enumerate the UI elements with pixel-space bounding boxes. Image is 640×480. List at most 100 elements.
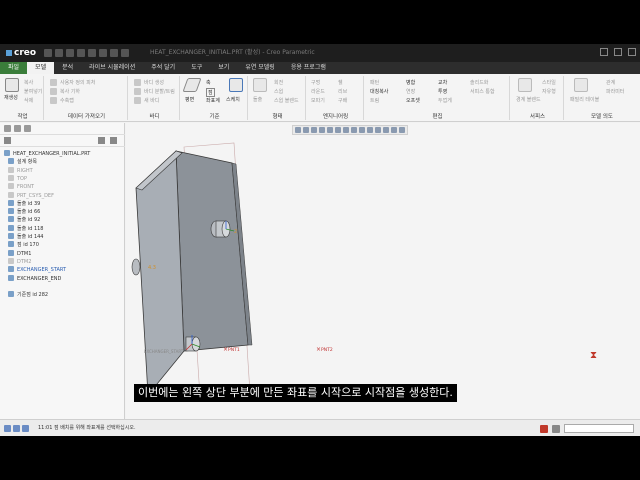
copy-button[interactable]: 복사 bbox=[24, 79, 33, 86]
plane-button[interactable]: 평면 bbox=[185, 96, 194, 103]
user-defined-feature-button[interactable]: 사용자 정의 피처 bbox=[60, 79, 95, 86]
tab-model[interactable]: 모델 bbox=[27, 62, 55, 74]
close-window-icon[interactable] bbox=[121, 49, 129, 57]
extrude-button[interactable]: 돌출 bbox=[253, 96, 262, 103]
folder-browser-tab-icon[interactable] bbox=[14, 125, 21, 132]
tree-item-label: TOP bbox=[17, 175, 28, 182]
swept-blend-button[interactable]: 스윕 블렌드 bbox=[274, 97, 299, 104]
tab-annotate[interactable]: 주석 달기 bbox=[143, 62, 183, 74]
style-button[interactable]: 스타일 bbox=[542, 79, 556, 86]
regenerate-button[interactable]: 재생성 bbox=[4, 94, 18, 101]
new-body-button[interactable]: 새 바디 bbox=[144, 97, 159, 104]
maximize-icon[interactable] bbox=[614, 48, 622, 56]
tree-item[interactable]: 돌출 id 144 bbox=[8, 233, 44, 241]
feature-icon bbox=[8, 290, 14, 297]
csys-button[interactable]: 좌표계 bbox=[206, 97, 220, 104]
mirror-button[interactable]: 대칭복사 bbox=[370, 88, 388, 95]
tree-filter-icon[interactable] bbox=[98, 137, 105, 144]
tab-file[interactable]: 파일 bbox=[0, 62, 28, 74]
draft-button[interactable]: 구배 bbox=[338, 97, 347, 104]
tab-tools[interactable]: 도구 bbox=[183, 62, 210, 74]
point-button[interactable]: 점 bbox=[206, 88, 215, 97]
dimension-top[interactable]: 2 bbox=[234, 229, 237, 235]
split-trim-body-button[interactable]: 바디 분할/트림 bbox=[144, 88, 175, 95]
tab-applications[interactable]: 응용 프로그램 bbox=[283, 62, 334, 74]
freestyle-button[interactable]: 자유형 bbox=[542, 88, 556, 95]
redo-icon[interactable] bbox=[88, 49, 96, 57]
sketch-icon[interactable] bbox=[229, 78, 243, 92]
copy-geometry-button[interactable]: 복사 기하 bbox=[60, 88, 80, 95]
pattern-button[interactable]: 패턴 bbox=[370, 79, 379, 86]
tree-settings-icon[interactable] bbox=[4, 137, 11, 144]
sketch-button[interactable]: 스케치 bbox=[226, 96, 240, 103]
tab-analysis[interactable]: 분석 bbox=[54, 62, 81, 74]
tree-item[interactable]: 돌출 id 66 bbox=[8, 208, 40, 216]
new-icon[interactable] bbox=[44, 49, 52, 57]
rib-button[interactable]: 리브 bbox=[338, 88, 347, 95]
tree-item[interactable]: DTM2 bbox=[8, 257, 31, 266]
graphics-area[interactable]: × × 4.3 2 EXCHANGER_START PNT1 PNT2 ⧗ 이번… bbox=[126, 123, 640, 419]
tree-item[interactable]: FRONT bbox=[8, 183, 34, 191]
tree-item[interactable]: 돌출 id 39 bbox=[8, 199, 40, 208]
undo-icon[interactable] bbox=[77, 49, 85, 57]
round-button[interactable]: 라운드 bbox=[311, 88, 325, 95]
tab-flexible-modeling[interactable]: 유연 모델링 bbox=[237, 62, 283, 74]
close-icon[interactable] bbox=[628, 48, 636, 56]
relations-button[interactable]: 관계 bbox=[606, 79, 615, 86]
shell-button[interactable]: 쉘 bbox=[338, 79, 343, 86]
sweep-button[interactable]: 스윕 bbox=[274, 88, 283, 95]
unify-surface-button[interactable]: 서피스 통합 bbox=[470, 88, 495, 95]
tree-item[interactable]: 돌출 id 92 bbox=[8, 216, 40, 224]
tree-columns-icon[interactable] bbox=[110, 137, 117, 144]
boundary-blend-button[interactable]: 경계 블렌드 bbox=[516, 96, 541, 103]
tree-item[interactable]: DTM1 bbox=[8, 249, 31, 258]
dimension-left[interactable]: 4.3 bbox=[148, 265, 156, 271]
tree-item[interactable]: PRT_CSYS_DEF bbox=[8, 191, 54, 200]
tree-item[interactable]: HEAT_EXCHANGER_INITIAL.PRT bbox=[4, 150, 90, 158]
regenerate-icon[interactable] bbox=[99, 49, 107, 57]
intersect-button[interactable]: 교차 bbox=[438, 79, 447, 86]
tab-live-simulation[interactable]: 라이브 시뮬레이션 bbox=[81, 62, 143, 74]
tree-item[interactable]: 기준점 id 282 bbox=[8, 290, 48, 299]
tree-item[interactable]: 설계 항목 bbox=[8, 158, 37, 166]
hole-button[interactable]: 구멍 bbox=[311, 79, 320, 86]
regen-status-icon[interactable] bbox=[540, 424, 548, 433]
plane-icon[interactable] bbox=[182, 78, 202, 92]
shrinkwrap-button[interactable]: 수축랩 bbox=[60, 97, 74, 104]
trim-button[interactable]: 트림 bbox=[370, 97, 379, 104]
udf-icon bbox=[50, 79, 57, 86]
nav-tree-toggle-icon[interactable] bbox=[4, 425, 11, 432]
extend-button[interactable]: 연장 bbox=[406, 88, 415, 95]
axis-button[interactable]: 축 bbox=[206, 79, 211, 86]
regenerate-icon[interactable] bbox=[5, 78, 19, 92]
thicken-button[interactable]: 두껍게 bbox=[438, 97, 452, 104]
tree-item[interactable]: EXCHANGER_END bbox=[8, 274, 61, 283]
revolve-button[interactable]: 회전 bbox=[274, 79, 283, 86]
tree-item[interactable]: 돌출 id 118 bbox=[8, 224, 44, 233]
offset-button[interactable]: 오프셋 bbox=[406, 97, 420, 104]
minimize-icon[interactable] bbox=[600, 48, 608, 56]
parameters-button[interactable]: 파라미터 bbox=[606, 88, 624, 95]
window-icon[interactable] bbox=[110, 49, 118, 57]
open-icon[interactable] bbox=[55, 49, 63, 57]
family-table-button[interactable]: 패밀리 테이블 bbox=[570, 96, 599, 103]
paste-button[interactable]: 붙여넣기 bbox=[24, 88, 42, 95]
tree-item[interactable]: EXCHANGER_START bbox=[8, 266, 66, 274]
selection-icon[interactable] bbox=[552, 424, 560, 433]
save-icon[interactable] bbox=[66, 49, 74, 57]
project-button[interactable]: 투영 bbox=[438, 88, 447, 95]
merge-button[interactable]: 병합 bbox=[406, 79, 415, 86]
favorites-tab-icon[interactable] bbox=[24, 125, 31, 132]
model-tree-tab-icon[interactable] bbox=[4, 125, 11, 132]
tab-view[interactable]: 보기 bbox=[210, 62, 237, 74]
delete-button[interactable]: 삭제 bbox=[24, 97, 33, 104]
tree-item[interactable]: 점 id 170 bbox=[8, 241, 39, 249]
create-body-button[interactable]: 바디 생성 bbox=[144, 79, 164, 86]
tree-item[interactable]: RIGHT bbox=[8, 166, 33, 175]
chamfer-button[interactable]: 모따기 bbox=[311, 97, 325, 104]
fullscreen-icon[interactable] bbox=[22, 425, 29, 432]
solidify-button[interactable]: 솔리드화 bbox=[470, 79, 488, 86]
tree-item[interactable]: TOP bbox=[8, 174, 28, 183]
selection-filter-dropdown[interactable] bbox=[564, 424, 634, 433]
browser-toggle-icon[interactable] bbox=[13, 425, 20, 432]
